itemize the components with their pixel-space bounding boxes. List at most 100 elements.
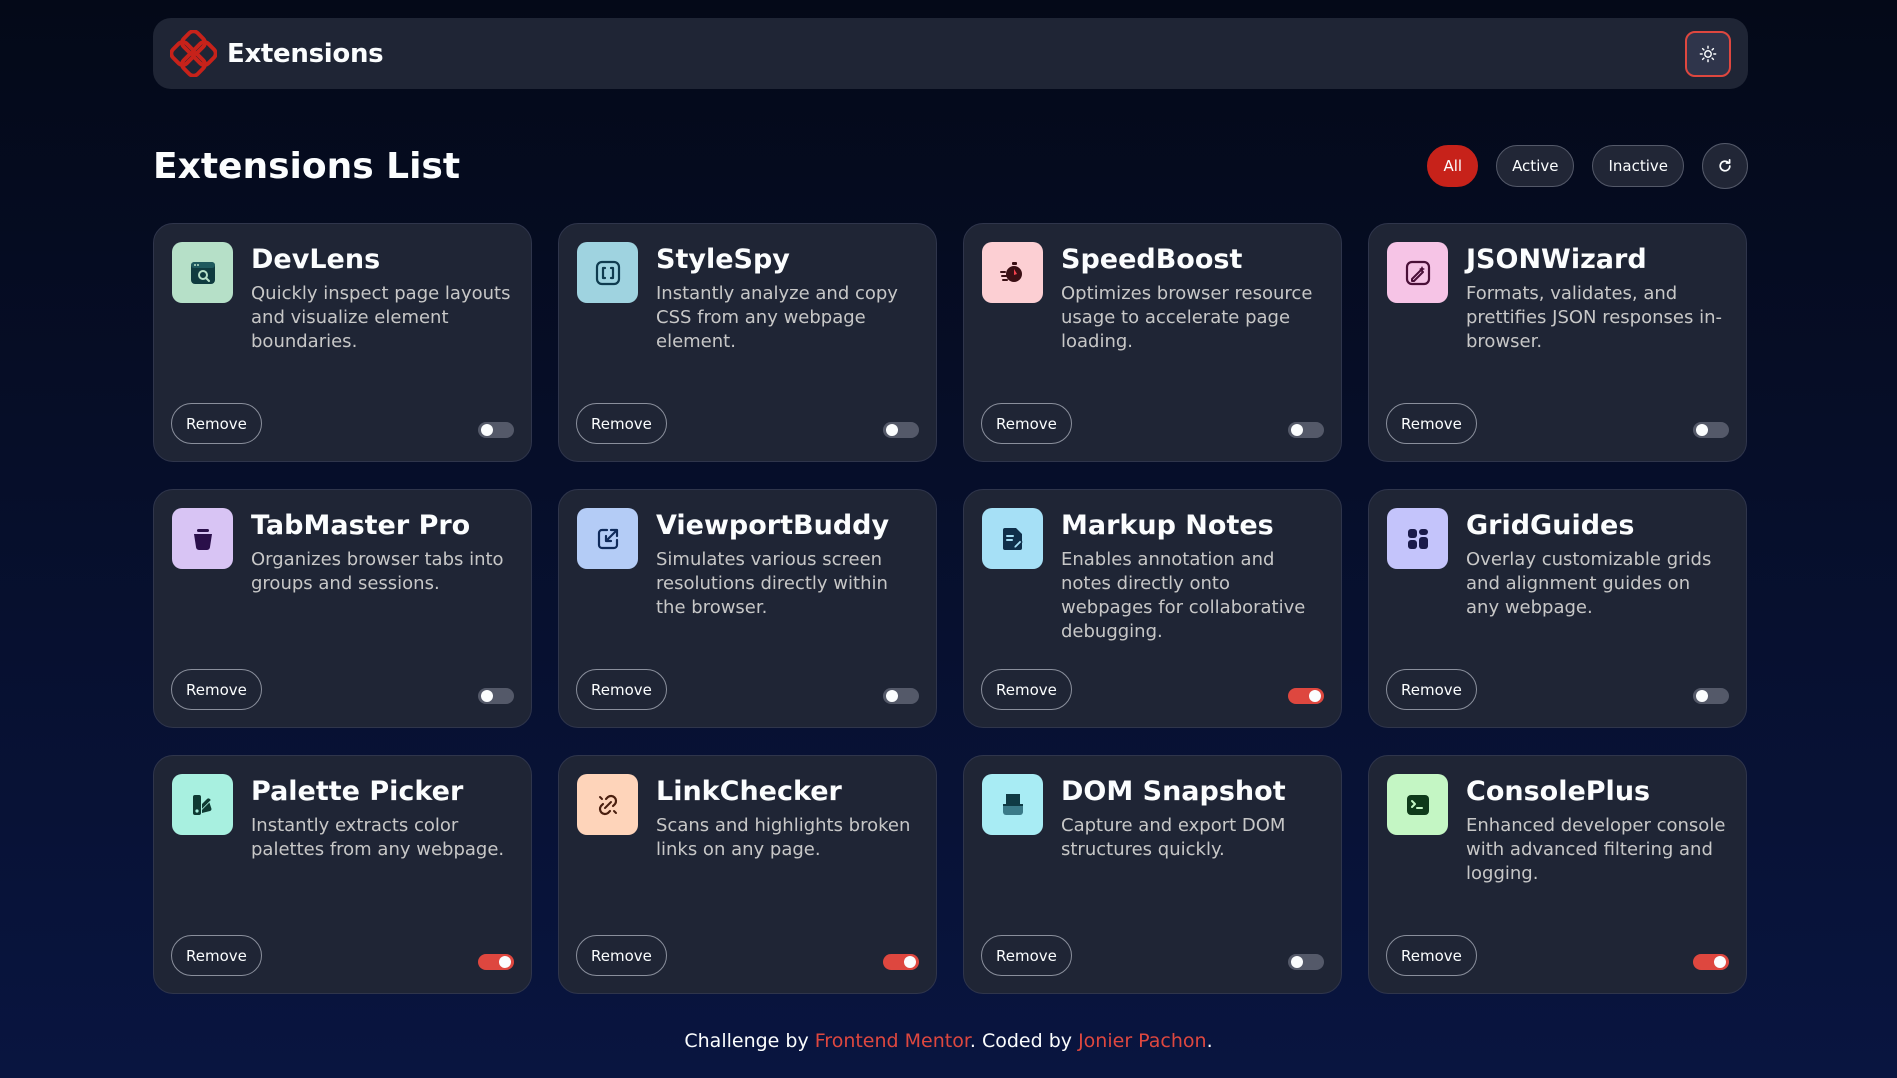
dom-snapshot-icon-box xyxy=(982,774,1043,835)
extension-description: Simulates various screen resolutions dir… xyxy=(656,549,888,618)
logo[interactable]: Extensions xyxy=(170,30,384,77)
extension-card-markup-notes: Markup Notes Enables annotation and note… xyxy=(963,489,1342,728)
toggle-knob xyxy=(481,690,493,702)
dom-snapshot-icon xyxy=(1002,793,1023,815)
extension-card-stylespy: StyleSpy Instantly analyze and copy CSS … xyxy=(558,223,937,462)
extension-name: GridGuides xyxy=(1466,510,1635,541)
extension-card-devlens: DevLens Quickly inspect page layouts and… xyxy=(153,223,532,462)
filter-active-button[interactable]: Active xyxy=(1496,145,1575,187)
sun-icon xyxy=(1699,45,1717,62)
extension-description: Enables annotation and notes directly on… xyxy=(1061,549,1306,642)
toggle-knob xyxy=(1309,690,1321,702)
active-toggle[interactable] xyxy=(1288,422,1324,438)
active-toggle[interactable] xyxy=(1693,688,1729,704)
remove-button[interactable]: Remove xyxy=(1386,935,1477,976)
extensions-grid: DevLens Quickly inspect page layouts and… xyxy=(153,223,1748,994)
palette-picker-icon-box xyxy=(172,774,233,835)
extension-card-speedboost: SpeedBoost Optimizes browser resource us… xyxy=(963,223,1342,462)
frontend-mentor-link[interactable]: Frontend Mentor xyxy=(815,1030,970,1052)
active-toggle[interactable] xyxy=(478,954,514,970)
speedboost-icon-box xyxy=(982,242,1043,303)
extension-description: Capture and export DOM structures quickl… xyxy=(1061,815,1286,860)
extension-description: Scans and highlights broken links on any… xyxy=(656,815,911,860)
active-toggle[interactable] xyxy=(883,954,919,970)
toggle-knob xyxy=(1696,690,1708,702)
extension-name: StyleSpy xyxy=(656,244,790,275)
toggle-knob xyxy=(481,424,493,436)
list-header: Extensions List All Active Inactive xyxy=(153,136,1748,196)
extension-name: SpeedBoost xyxy=(1061,244,1243,275)
active-toggle[interactable] xyxy=(883,422,919,438)
active-toggle[interactable] xyxy=(1288,954,1324,970)
gridguides-icon-box xyxy=(1387,508,1448,569)
filter-all-button[interactable]: All xyxy=(1427,145,1479,187)
theme-toggle-button[interactable] xyxy=(1685,30,1731,77)
linkchecker-icon-box xyxy=(577,774,638,835)
active-toggle[interactable] xyxy=(478,422,514,438)
header-bar: Extensions xyxy=(153,18,1748,89)
toggle-knob xyxy=(499,956,511,968)
extension-description: Instantly extracts color palettes from a… xyxy=(251,815,505,860)
remove-button[interactable]: Remove xyxy=(1386,403,1477,444)
viewportbuddy-icon-box xyxy=(577,508,638,569)
refresh-icon xyxy=(1719,158,1731,172)
remove-button[interactable]: Remove xyxy=(981,935,1072,976)
author-link[interactable]: Jonier Pachon xyxy=(1078,1030,1207,1052)
active-toggle[interactable] xyxy=(478,688,514,704)
toggle-knob xyxy=(1696,424,1708,436)
page-title: Extensions List xyxy=(153,145,461,187)
extension-description: Overlay customizable grids and alignment… xyxy=(1466,549,1712,618)
extension-card-consoleplus: ConsolePlus Enhanced developer console w… xyxy=(1368,755,1747,994)
extension-description: Optimizes browser resource usage to acce… xyxy=(1061,283,1313,352)
extension-name: Markup Notes xyxy=(1061,510,1274,541)
extension-description: Enhanced developer console with advanced… xyxy=(1466,815,1726,884)
remove-button[interactable]: Remove xyxy=(576,403,667,444)
toggle-knob xyxy=(904,956,916,968)
extension-description: Instantly analyze and copy CSS from any … xyxy=(656,283,898,352)
toggle-knob xyxy=(886,690,898,702)
active-toggle[interactable] xyxy=(1693,422,1729,438)
remove-button[interactable]: Remove xyxy=(576,669,667,710)
app-title: Extensions xyxy=(227,38,384,69)
palette-picker-icon xyxy=(192,794,211,815)
toggle-knob xyxy=(1291,424,1303,436)
footer-suffix: . xyxy=(1206,1030,1213,1052)
active-toggle[interactable] xyxy=(883,688,919,704)
filter-inactive-button[interactable]: Inactive xyxy=(1592,145,1684,187)
filter-group: All Active Inactive xyxy=(1427,143,1748,189)
viewportbuddy-icon xyxy=(597,528,618,549)
refresh-button[interactable] xyxy=(1702,143,1748,189)
extension-card-viewportbuddy: ViewportBuddy Simulates various screen r… xyxy=(558,489,937,728)
speedboost-icon xyxy=(999,261,1022,282)
active-toggle[interactable] xyxy=(1288,688,1324,704)
toggle-knob xyxy=(886,424,898,436)
extension-name: LinkChecker xyxy=(656,776,842,807)
consoleplus-icon-box xyxy=(1387,774,1448,835)
toggle-knob xyxy=(1291,956,1303,968)
extension-name: Palette Picker xyxy=(251,776,464,807)
extension-description: Organizes browser tabs into groups and s… xyxy=(251,549,504,594)
extension-name: ViewportBuddy xyxy=(656,510,890,541)
extension-name: DOM Snapshot xyxy=(1061,776,1286,807)
extension-card-tabmaster-pro: TabMaster Pro Organizes browser tabs int… xyxy=(153,489,532,728)
tabmaster-icon xyxy=(193,528,212,550)
jsonwizard-icon-box xyxy=(1387,242,1448,303)
remove-button[interactable]: Remove xyxy=(1386,669,1477,710)
remove-button[interactable]: Remove xyxy=(981,669,1072,710)
stylespy-icon-box xyxy=(577,242,638,303)
footer-attribution: Challenge by Frontend Mentor. Coded by J… xyxy=(0,1030,1897,1052)
logo-icon xyxy=(170,30,217,77)
remove-button[interactable]: Remove xyxy=(171,935,262,976)
devlens-icon-box xyxy=(172,242,233,303)
remove-button[interactable]: Remove xyxy=(171,403,262,444)
remove-button[interactable]: Remove xyxy=(171,669,262,710)
stylespy-icon xyxy=(595,260,620,285)
active-toggle[interactable] xyxy=(1693,954,1729,970)
remove-button[interactable]: Remove xyxy=(981,403,1072,444)
markup-notes-icon xyxy=(1002,527,1023,550)
remove-button[interactable]: Remove xyxy=(576,935,667,976)
markup-notes-icon-box xyxy=(982,508,1043,569)
extension-name: DevLens xyxy=(251,244,381,275)
consoleplus-icon xyxy=(1406,794,1429,815)
extension-card-gridguides: GridGuides Overlay customizable grids an… xyxy=(1368,489,1747,728)
